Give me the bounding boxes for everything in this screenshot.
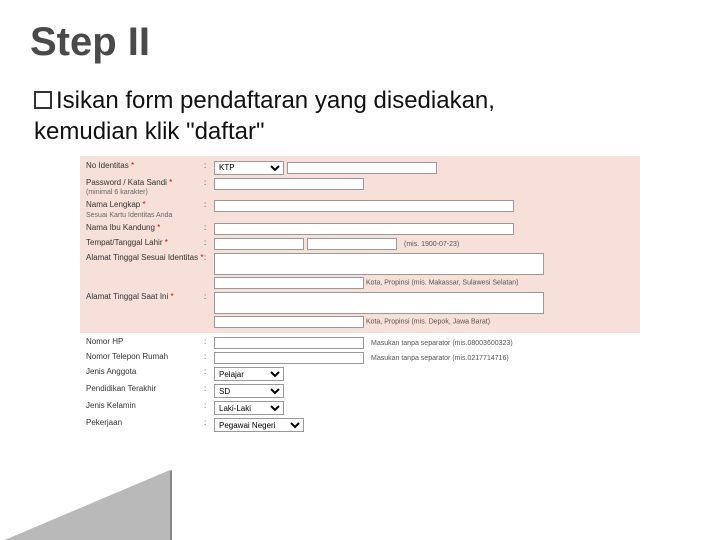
jenis-select[interactable]: Pelajar xyxy=(214,367,284,381)
id-type-select[interactable]: KTP xyxy=(214,161,284,175)
label-jenis: Jenis Anggota xyxy=(86,367,204,377)
password-input[interactable] xyxy=(214,178,364,190)
slide-title: Step II xyxy=(30,20,150,65)
alamat2-textarea[interactable] xyxy=(214,292,544,314)
tempat-input[interactable] xyxy=(214,238,304,250)
tanggal-input[interactable] xyxy=(307,238,397,250)
form-section-optional: Nomor HP : Masukan tanpa separator (mis.… xyxy=(80,333,640,437)
ibu-input[interactable] xyxy=(214,223,514,235)
id-number-input[interactable] xyxy=(287,162,437,174)
hint-ttl: (mis. 1900-07-23) xyxy=(404,241,459,248)
label-pek: Pekerjaan xyxy=(86,418,204,428)
row-alamat-id: Alamat Tinggal Sesuai Identitas * : xyxy=(80,252,640,277)
pek-select[interactable]: Pegawai Negeri xyxy=(214,418,304,432)
label-id: No Identitas xyxy=(86,161,129,170)
jk-select[interactable]: Laki-Laki xyxy=(214,401,284,415)
kota1-input[interactable] xyxy=(214,277,364,289)
bullet-marker xyxy=(34,91,52,109)
label-password: Password / Kata Sandi xyxy=(86,178,167,187)
alamat1-textarea[interactable] xyxy=(214,253,544,275)
label-ttl: Tempat/Tanggal Lahir xyxy=(86,238,163,247)
row-ibu: Nama Ibu Kandung * : xyxy=(80,222,640,237)
hint-kota1: Kota, Propinsi (mis. Makassar, Sulawesi … xyxy=(80,277,640,291)
bullet-line1-post: form pendaftaran yang disediakan, xyxy=(119,87,495,114)
hp-input[interactable] xyxy=(214,337,364,349)
nama-input[interactable] xyxy=(214,200,514,212)
tlp-input[interactable] xyxy=(214,352,364,364)
pend-select[interactable]: SD xyxy=(214,384,284,398)
bullet-line2: kemudian klik "daftar" xyxy=(34,118,264,145)
hint-hp: Masukan tanpa separator (mis.08003600323… xyxy=(371,340,513,347)
hint-kota2: Kota, Propinsi (mis. Depok, Jawa Barat) xyxy=(80,316,640,330)
row-nama: Nama Lengkap *Sesuai Kartu Identitas And… xyxy=(80,199,640,222)
registration-form: No Identitas * : KTP Password / Kata San… xyxy=(80,156,640,437)
row-id: No Identitas * : KTP xyxy=(80,159,640,176)
row-jenis: Jenis Anggota : Pelajar xyxy=(80,366,640,383)
row-ttl: Tempat/Tanggal Lahir * : (mis. 1900-07-2… xyxy=(80,237,640,252)
corner-triangle-decoration xyxy=(0,470,170,540)
label-alamat2: Alamat Tinggal Saat Ini xyxy=(86,292,168,301)
form-section-required: No Identitas * : KTP Password / Kata San… xyxy=(80,156,640,333)
label-nama: Nama Lengkap xyxy=(86,200,140,209)
label-ibu: Nama Ibu Kandung xyxy=(86,223,155,232)
slide: Step II Isikan form pendaftaran yang dis… xyxy=(0,0,720,540)
row-pek: Pekerjaan : Pegawai Negeri xyxy=(80,417,640,434)
bullet-line1-pre: Isikan xyxy=(56,87,119,114)
label-pend: Pendidikan Terakhir xyxy=(86,384,204,394)
row-password: Password / Kata Sandi *(minimal 6 karakt… xyxy=(80,176,640,199)
row-pend: Pendidikan Terakhir : SD xyxy=(80,383,640,400)
label-jk: Jenis Kelamin xyxy=(86,401,204,411)
row-tlp: Nomor Telepon Rumah : Masukan tanpa sepa… xyxy=(80,351,640,366)
hint-tlp: Masukan tanpa separator (mis.0217714716) xyxy=(371,355,509,362)
label-hp: Nomor HP xyxy=(86,337,204,347)
kota2-input[interactable] xyxy=(214,316,364,328)
label-tlp: Nomor Telepon Rumah xyxy=(86,352,204,362)
label-alamat1: Alamat Tinggal Sesuai Identitas xyxy=(86,253,198,262)
row-alamat-now: Alamat Tinggal Saat Ini * : xyxy=(80,291,640,316)
row-hp: Nomor HP : Masukan tanpa separator (mis.… xyxy=(80,336,640,351)
row-jk: Jenis Kelamin : Laki-Laki xyxy=(80,400,640,417)
bullet-text: Isikan form pendaftaran yang disediakan,… xyxy=(34,86,495,147)
